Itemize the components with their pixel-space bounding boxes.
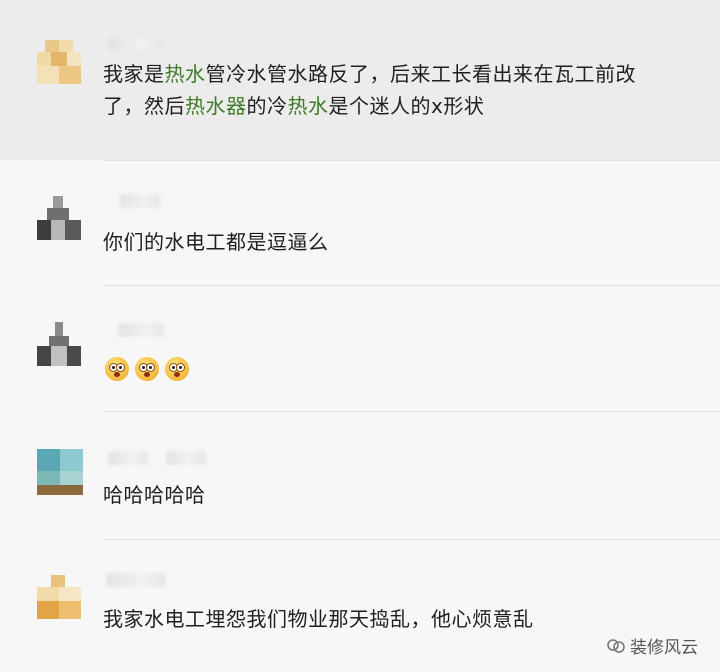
- avatar[interactable]: [37, 449, 83, 495]
- avatar[interactable]: [37, 40, 81, 84]
- flushed-emoji-icon: [105, 356, 129, 381]
- highlighted-keyword: 热水器: [185, 94, 247, 118]
- username[interactable]: [108, 37, 164, 51]
- username[interactable]: [118, 323, 164, 337]
- divider: [103, 539, 720, 540]
- watermark-text: 装修风云: [630, 638, 698, 658]
- comment-item[interactable]: [0, 285, 720, 411]
- emoji-row: [105, 351, 640, 383]
- divider: [103, 411, 720, 412]
- username[interactable]: [106, 573, 166, 587]
- watermark: 装修风云: [606, 633, 698, 658]
- flushed-emoji-icon: [165, 356, 189, 381]
- comment-text: 哈哈哈哈哈: [103, 483, 206, 507]
- username-suffix: [166, 451, 206, 465]
- avatar[interactable]: [37, 196, 81, 240]
- comment-text: 你们的水电工都是逗逼么: [103, 230, 329, 254]
- comment-text: 我家是热水管冷水管水路反了，后来工长看出来在瓦工前改了，然后热水器的冷热水是个迷…: [103, 58, 640, 122]
- comment-text-segment: 是个迷人的x形状: [328, 94, 485, 118]
- flushed-emoji-icon: [135, 356, 159, 381]
- comment-item[interactable]: 你们的水电工都是逗逼么: [0, 160, 720, 285]
- comment-text-segment: 我家是: [103, 62, 165, 86]
- avatar[interactable]: [37, 575, 81, 619]
- username[interactable]: [108, 451, 148, 465]
- comment-item[interactable]: 我家是热水管冷水管水路反了，后来工长看出来在瓦工前改了，然后热水器的冷热水是个迷…: [0, 0, 720, 160]
- comment-item[interactable]: 哈哈哈哈哈: [0, 411, 720, 539]
- wechat-official-account-icon: [606, 638, 626, 654]
- highlighted-keyword: 热水: [287, 94, 329, 118]
- comment-text: 我家水电工埋怨我们物业那天捣乱，他心烦意乱: [103, 607, 534, 631]
- comment-text-segment: 的冷: [246, 94, 288, 118]
- avatar[interactable]: [37, 322, 81, 366]
- divider: [103, 285, 720, 286]
- highlighted-keyword: 热水: [164, 62, 206, 86]
- divider: [103, 160, 720, 161]
- username[interactable]: [120, 194, 160, 208]
